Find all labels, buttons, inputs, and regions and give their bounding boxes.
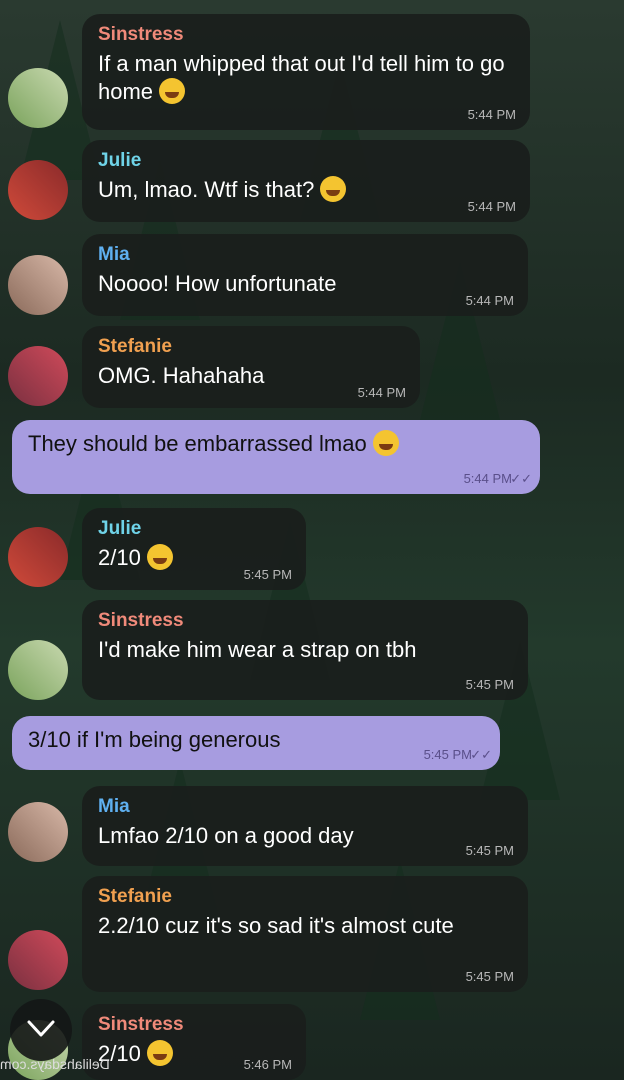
avatar[interactable] xyxy=(8,68,68,128)
message-text: Um, lmao. Wtf is that? xyxy=(98,176,514,204)
message-bubble[interactable]: Sinstress If a man whipped that out I'd … xyxy=(82,14,530,130)
message-text: They should be embarrassed lmao xyxy=(28,430,524,458)
timestamp: 5:44 PM xyxy=(463,471,512,486)
sender-name: Mia xyxy=(98,244,130,265)
sender-name: Mia xyxy=(98,796,130,817)
read-receipt-icon: ✓✓ xyxy=(510,471,532,486)
rolling-laughing-emoji-icon xyxy=(159,78,186,104)
timestamp: 5:46 PM xyxy=(243,1057,292,1072)
sender-name: Sinstress xyxy=(98,610,184,631)
message-text: 3/10 if I'm being generous xyxy=(28,727,281,752)
message-bubble[interactable]: Sinstress 2/10 5:46 PM xyxy=(82,1004,306,1080)
message-bubble[interactable]: Stefanie 2.2/10 cuz it's so sad it's alm… xyxy=(82,876,528,992)
sender-name: Stefanie xyxy=(98,886,172,907)
message-text: 2.2/10 cuz it's so sad it's almost cute xyxy=(98,913,454,938)
avatar[interactable] xyxy=(8,640,68,700)
timestamp: 5:45 PM xyxy=(423,747,472,762)
sender-name: Sinstress xyxy=(98,1014,184,1035)
message-bubble[interactable]: Sinstress I'd make him wear a strap on t… xyxy=(82,600,528,700)
read-receipt-icon: ✓✓ xyxy=(470,747,492,762)
sender-name: Stefanie xyxy=(98,336,172,357)
timestamp: 5:44 PM xyxy=(465,293,514,308)
message-bubble[interactable]: Stefanie OMG. Hahahaha 5:44 PM xyxy=(82,326,420,408)
scroll-down-button[interactable] xyxy=(10,999,72,1061)
message-text: Noooo! How unfortunate xyxy=(98,271,337,296)
chevron-down-icon xyxy=(27,1020,55,1037)
timestamp: 5:44 PM xyxy=(467,107,516,122)
message-text: If a man whipped that out I'd tell him t… xyxy=(98,51,505,104)
outgoing-message-bubble[interactable]: 3/10 if I'm being generous 5:45 PM ✓✓ xyxy=(12,716,500,770)
sender-name: Sinstress xyxy=(98,24,184,45)
chat-area[interactable]: Sinstress If a man whipped that out I'd … xyxy=(0,0,624,1080)
sender-name: Julie xyxy=(98,150,142,171)
message-bubble[interactable]: Mia Lmfao 2/10 on a good day 5:45 PM xyxy=(82,786,528,866)
avatar[interactable] xyxy=(8,346,68,406)
sender-name: Julie xyxy=(98,518,142,539)
avatar[interactable] xyxy=(8,527,68,587)
timestamp: 5:44 PM xyxy=(467,199,516,214)
watermark: Delilahsdays.com xyxy=(0,1056,110,1072)
timestamp: 5:44 PM xyxy=(357,385,406,400)
rolling-laughing-emoji-icon xyxy=(320,176,347,202)
avatar[interactable] xyxy=(8,930,68,990)
timestamp: 5:45 PM xyxy=(465,677,514,692)
avatar[interactable] xyxy=(8,160,68,220)
message-text: I'd make him wear a strap on tbh xyxy=(98,637,417,662)
message-bubble[interactable]: Julie Um, lmao. Wtf is that? 5:44 PM xyxy=(82,140,530,222)
avatar[interactable] xyxy=(8,802,68,862)
grimacing-emoji-icon xyxy=(146,544,173,570)
message-bubble[interactable]: Mia Noooo! How unfortunate 5:44 PM xyxy=(82,234,528,316)
tears-of-joy-emoji-icon xyxy=(372,430,399,456)
timestamp: 5:45 PM xyxy=(243,567,292,582)
timestamp: 5:45 PM xyxy=(465,969,514,984)
yawning-emoji-icon xyxy=(146,1040,173,1066)
message-text: Lmfao 2/10 on a good day xyxy=(98,823,354,848)
message-bubble[interactable]: Julie 2/10 5:45 PM xyxy=(82,508,306,590)
timestamp: 5:45 PM xyxy=(465,843,514,858)
avatar[interactable] xyxy=(8,255,68,315)
outgoing-message-bubble[interactable]: They should be embarrassed lmao 5:44 PM … xyxy=(12,420,540,494)
